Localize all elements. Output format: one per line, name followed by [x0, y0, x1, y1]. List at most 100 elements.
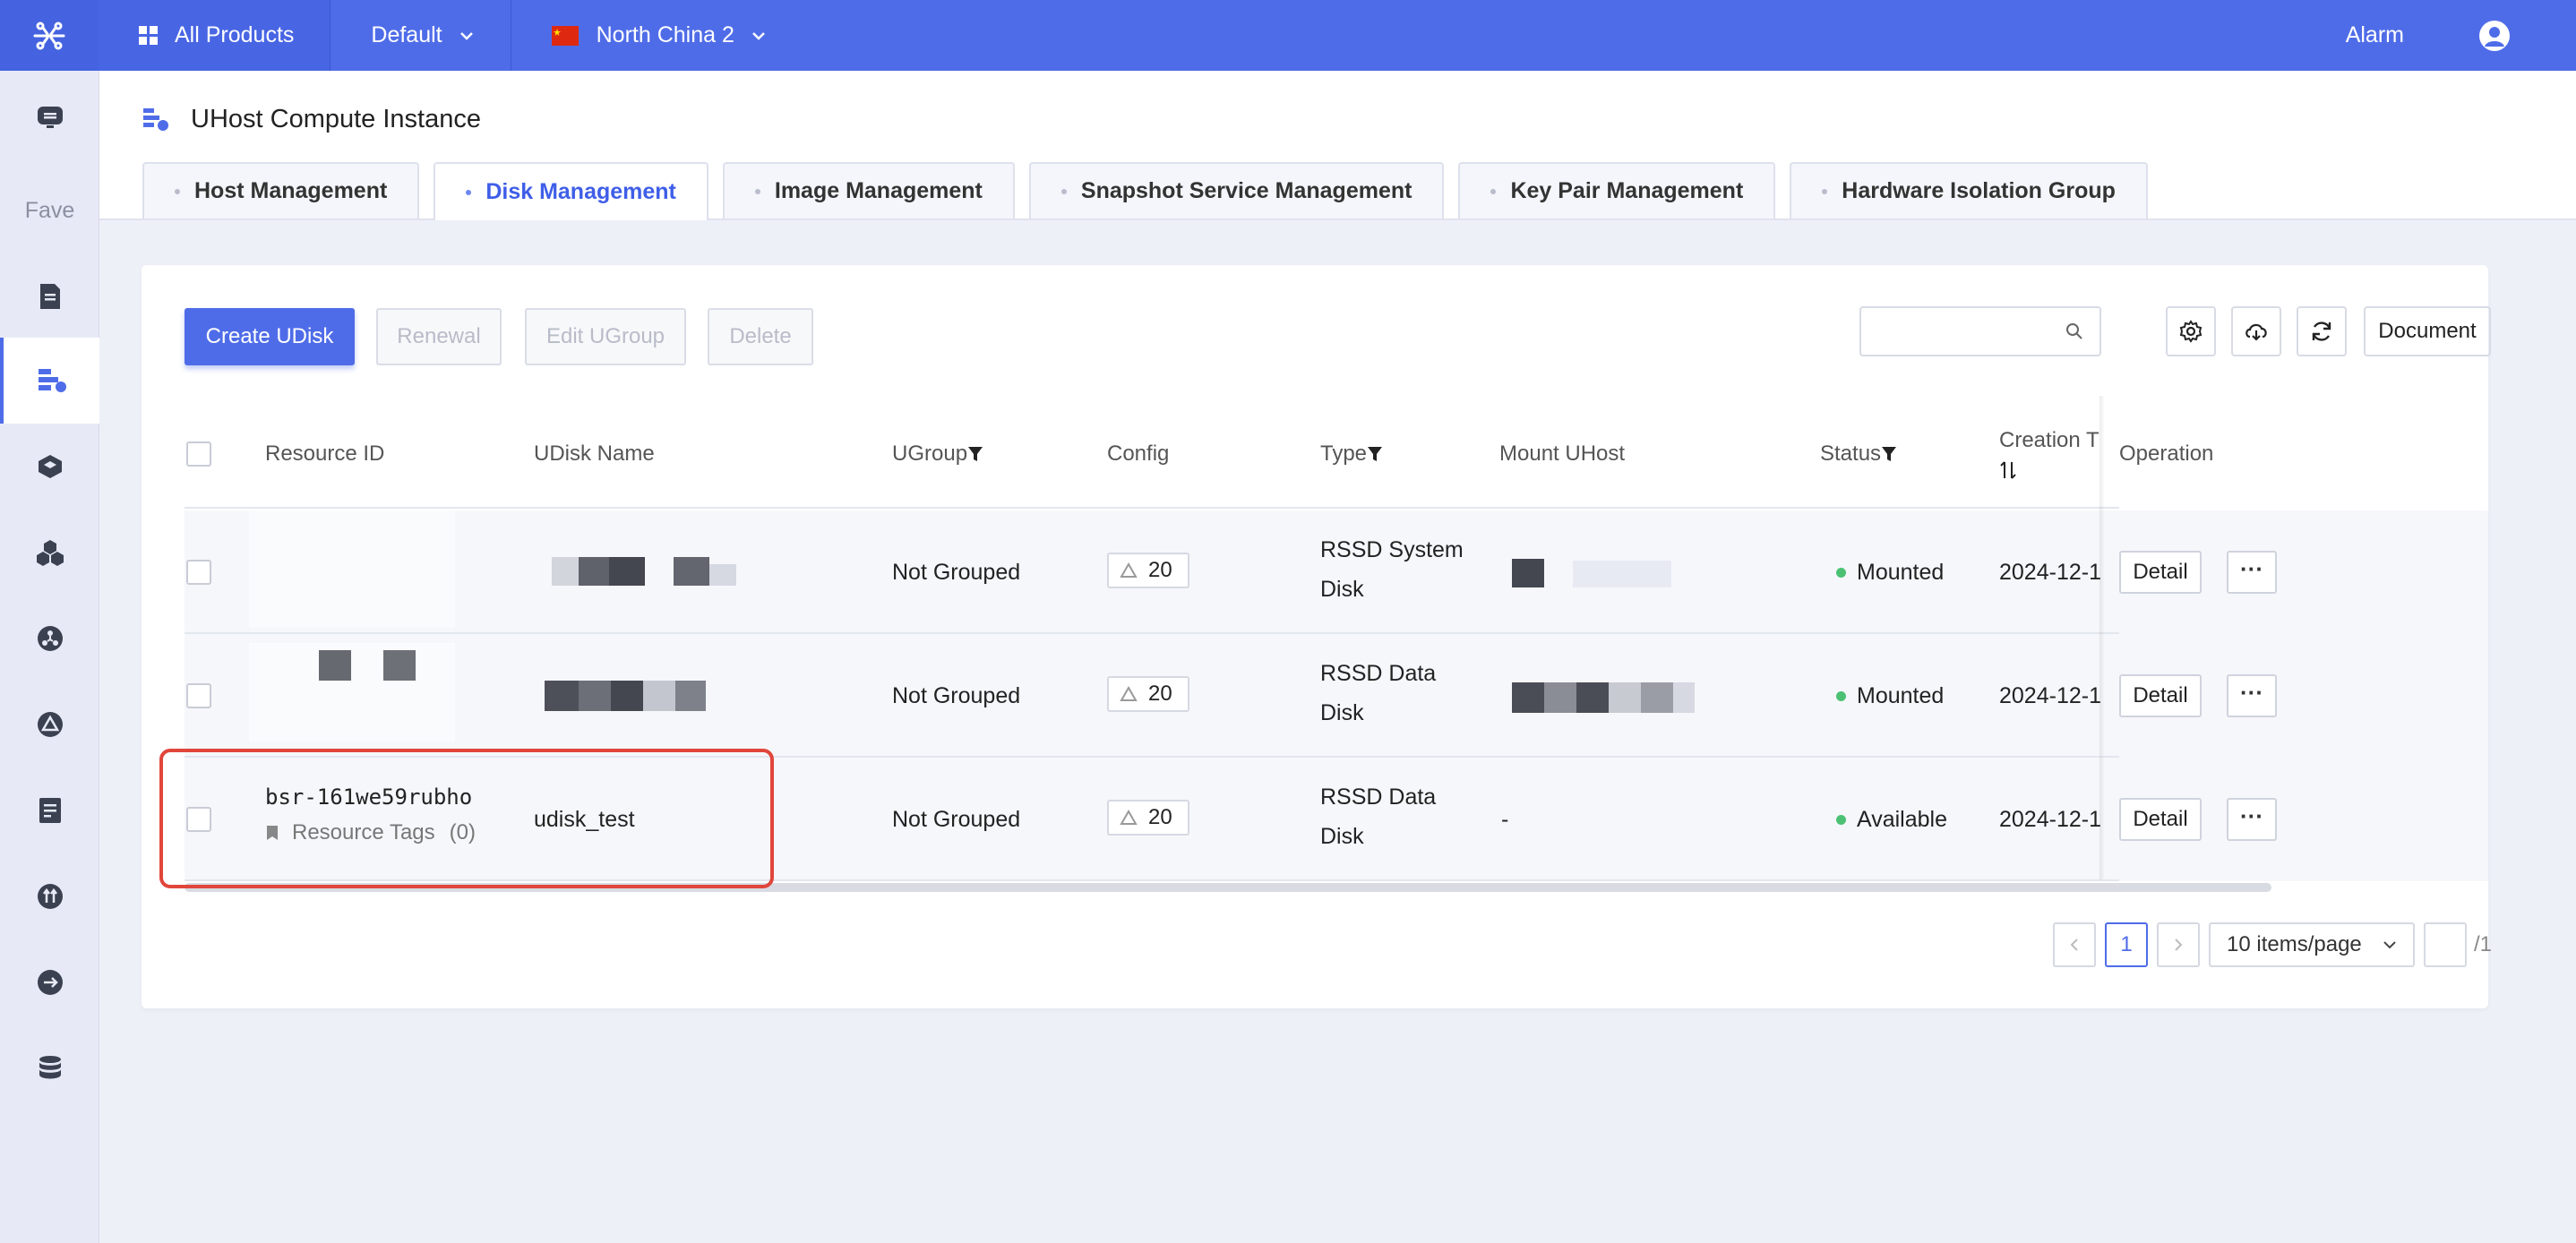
row-config: 20 [1107, 553, 1189, 588]
sidebar-item-console[interactable] [0, 90, 99, 144]
row-config: 20 [1107, 676, 1189, 712]
sidebar-item-network[interactable] [0, 612, 99, 665]
next-page-button[interactable] [2157, 922, 2200, 967]
search-input[interactable] [1859, 306, 2101, 356]
row-ugroup: Not Grouped [892, 806, 1021, 832]
row-config: 20 [1107, 800, 1189, 836]
chevron-left-icon [2070, 939, 2078, 951]
col-operation-label: Operation [2119, 441, 2214, 466]
row-checkbox[interactable] [186, 683, 211, 708]
detail-button[interactable]: Detail [2119, 798, 2202, 841]
sidebar-item-exit[interactable] [0, 956, 99, 1009]
china-flag-icon [551, 25, 579, 46]
row-operations: Detail ··· [2119, 634, 2488, 758]
project-label: Default [371, 22, 442, 47]
prev-page-button[interactable] [2053, 922, 2096, 967]
detail-button[interactable]: Detail [2119, 551, 2202, 594]
tab-label: Disk Management [485, 179, 676, 204]
user-avatar-icon[interactable] [2477, 19, 2512, 53]
more-button[interactable]: ··· [2227, 551, 2277, 594]
tab-label: Image Management [774, 178, 983, 203]
settings-button[interactable] [2166, 306, 2216, 356]
tab-label: Snapshot Service Management [1080, 178, 1413, 203]
col-mount-uhost: Mount UHost [1499, 441, 1626, 466]
sidebar-item-uhost[interactable] [0, 338, 99, 424]
tab-key-pair-management[interactable]: Key Pair Management [1458, 162, 1776, 219]
top-nav-bar: All Products Default North China 2 Alarm [0, 0, 2576, 71]
renewal-button[interactable]: Renewal [376, 308, 502, 365]
redacted-block [545, 681, 579, 711]
tab-dot [754, 188, 760, 194]
col-status[interactable]: Status [1820, 399, 1897, 509]
console-icon [37, 107, 63, 128]
region-selector[interactable]: North China 2 [511, 0, 803, 71]
region-label: North China 2 [596, 22, 734, 47]
cubes-icon [36, 540, 64, 566]
sidebar-item-report[interactable] [0, 784, 99, 837]
download-button[interactable] [2231, 306, 2281, 356]
row-checkbox[interactable] [186, 560, 211, 585]
row-creation: 2024-12-1 [1999, 806, 2101, 832]
tab-label: Host Management [194, 178, 388, 203]
chevron-down-icon [459, 31, 473, 40]
disk-icon [1120, 562, 1138, 578]
row-type: RSSD Data Disk [1320, 654, 1436, 733]
status-dot [1836, 690, 1846, 701]
exit-arrow-icon [37, 970, 63, 995]
row-ugroup: Not Grouped [892, 682, 1021, 708]
grid-icon [139, 25, 158, 45]
page-jump-input[interactable] [2424, 922, 2467, 967]
status-text: Available [1857, 806, 1948, 832]
refresh-button[interactable] [2297, 306, 2347, 356]
sidebar-item-storage[interactable] [0, 698, 99, 751]
row-type: RSSD Data Disk [1320, 777, 1436, 856]
redacted-block [579, 681, 611, 711]
redacted-block [1512, 682, 1544, 713]
alarm-link[interactable]: Alarm [2346, 22, 2404, 48]
all-products-label: All Products [175, 22, 295, 47]
redacted-block [1641, 682, 1673, 713]
row-operations: Detail ··· [2119, 758, 2488, 881]
triangle-storage-icon [37, 712, 63, 737]
redacted-block [643, 681, 675, 711]
more-button[interactable]: ··· [2227, 674, 2277, 717]
delete-button[interactable]: Delete [708, 308, 813, 365]
document-button[interactable]: Document [2364, 306, 2491, 356]
col-creation-time[interactable]: Creation T [1999, 399, 2099, 509]
tab-host-management[interactable]: Host Management [142, 162, 420, 219]
all-products-button[interactable]: All Products [99, 0, 331, 71]
col-ugroup[interactable]: UGroup [892, 399, 983, 509]
select-all-checkbox[interactable] [186, 441, 211, 467]
database-icon [39, 1056, 61, 1079]
create-udisk-button[interactable]: Create UDisk [185, 308, 355, 365]
logo-icon [33, 21, 65, 49]
detail-button[interactable]: Detail [2119, 674, 2202, 717]
page-size-select[interactable]: 10 items/page [2209, 922, 2415, 967]
row-operations: Detail ··· [2119, 510, 2488, 634]
redacted-block [709, 564, 736, 586]
col-type[interactable]: Type [1320, 399, 1383, 509]
row-creation: 2024-12-1 [1999, 559, 2101, 585]
col-udisk-name: UDisk Name [534, 441, 655, 466]
redacted-resource-id [249, 510, 455, 627]
redacted-block [1573, 561, 1671, 587]
tab-bar: Host Management Disk Management Image Ma… [142, 162, 2162, 220]
col-type-label: Type [1320, 441, 1368, 466]
sidebar-item-fave[interactable]: Fave [0, 184, 99, 237]
edit-ugroup-button[interactable]: Edit UGroup [525, 308, 686, 365]
project-selector[interactable]: Default [331, 0, 511, 71]
sidebar-item-cubes[interactable] [0, 526, 99, 579]
tab-hardware-isolation-group[interactable]: Hardware Isolation Group [1790, 162, 2148, 219]
more-button[interactable]: ··· [2227, 798, 2277, 841]
tab-disk-management[interactable]: Disk Management [434, 162, 708, 220]
sidebar-item-document[interactable] [0, 270, 99, 323]
tab-image-management[interactable]: Image Management [722, 162, 1015, 219]
redacted-block [674, 557, 709, 586]
sidebar-item-database[interactable] [0, 1042, 99, 1095]
sidebar-item-cube[interactable] [0, 440, 99, 493]
redacted-resource-id [249, 643, 455, 742]
page-number-button[interactable]: 1 [2105, 922, 2148, 967]
logo[interactable] [0, 0, 99, 71]
tab-snapshot-service-management[interactable]: Snapshot Service Management [1028, 162, 1445, 219]
sidebar-item-transfer[interactable] [0, 870, 99, 923]
